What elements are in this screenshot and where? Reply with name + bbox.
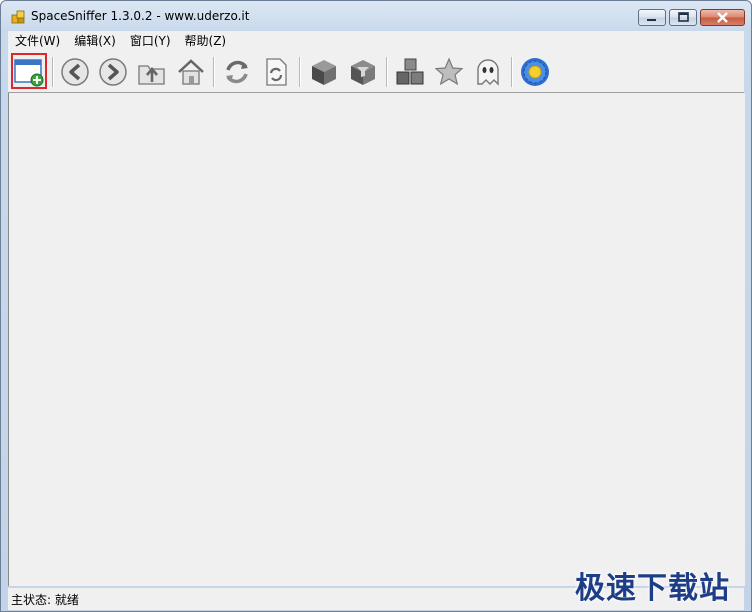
new-view-button[interactable]: [11, 53, 47, 89]
status-text: 主状态: 就绪: [11, 592, 79, 607]
menu-file[interactable]: 文件(W): [8, 32, 67, 49]
back-arrow-icon: [61, 58, 89, 86]
caption-buttons: [638, 9, 745, 26]
refresh-button[interactable]: [221, 56, 253, 88]
refresh-document-icon: [266, 58, 287, 86]
cube-dark-icon: [312, 60, 336, 85]
favorites-button[interactable]: [433, 56, 465, 88]
menu-bar: 文件(W) 编辑(X) 窗口(Y) 帮助(Z): [8, 31, 744, 50]
watermark-logo: 极速下载站: [575, 571, 730, 606]
spacesniffer-app-icon: [11, 10, 25, 24]
close-icon: [717, 12, 728, 23]
filter-cube-button[interactable]: [347, 56, 379, 88]
blocks-icon: [396, 58, 424, 85]
refresh-icon: [226, 60, 248, 84]
menu-edit[interactable]: 编辑(X): [67, 32, 123, 49]
main-view-area[interactable]: [8, 93, 745, 586]
minimize-icon: [647, 19, 656, 21]
toolbar-separator: [386, 57, 388, 87]
toolbar: [8, 50, 744, 93]
restore-icon: [678, 12, 689, 22]
gear-flower-icon: [521, 58, 549, 86]
highlight-box: [11, 53, 47, 89]
home-button[interactable]: [175, 56, 207, 88]
toolbar-separator: [511, 57, 513, 87]
back-button[interactable]: [59, 56, 91, 88]
ghost-icon: [477, 59, 499, 86]
window-title: SpaceSniffer 1.3.0.2 - www.uderzo.it: [31, 9, 250, 23]
up-folder-button[interactable]: [136, 56, 168, 88]
toolbar-separator: [213, 57, 215, 87]
cube-button[interactable]: [308, 56, 340, 88]
blocks-button[interactable]: [394, 56, 426, 88]
ghost-button[interactable]: [472, 56, 504, 88]
forward-button[interactable]: [97, 56, 129, 88]
forward-arrow-icon: [99, 58, 127, 86]
app-window: SpaceSniffer 1.3.0.2 - www.uderzo.it 文件(…: [0, 0, 752, 612]
star-icon: [434, 57, 464, 86]
cube-filter-icon: [351, 60, 375, 85]
settings-button[interactable]: [519, 56, 551, 88]
toolbar-separator: [299, 57, 301, 87]
menu-window[interactable]: 窗口(Y): [123, 32, 178, 49]
refresh-document-button[interactable]: [260, 56, 292, 88]
home-icon: [178, 59, 204, 85]
maximize-button[interactable]: [669, 9, 697, 26]
toolbar-separator: [52, 57, 54, 87]
title-bar[interactable]: SpaceSniffer 1.3.0.2 - www.uderzo.it: [1, 1, 751, 31]
menu-help[interactable]: 帮助(Z): [178, 32, 234, 49]
folder-up-icon: [138, 65, 165, 85]
minimize-button[interactable]: [638, 9, 666, 26]
close-button[interactable]: [700, 9, 745, 26]
